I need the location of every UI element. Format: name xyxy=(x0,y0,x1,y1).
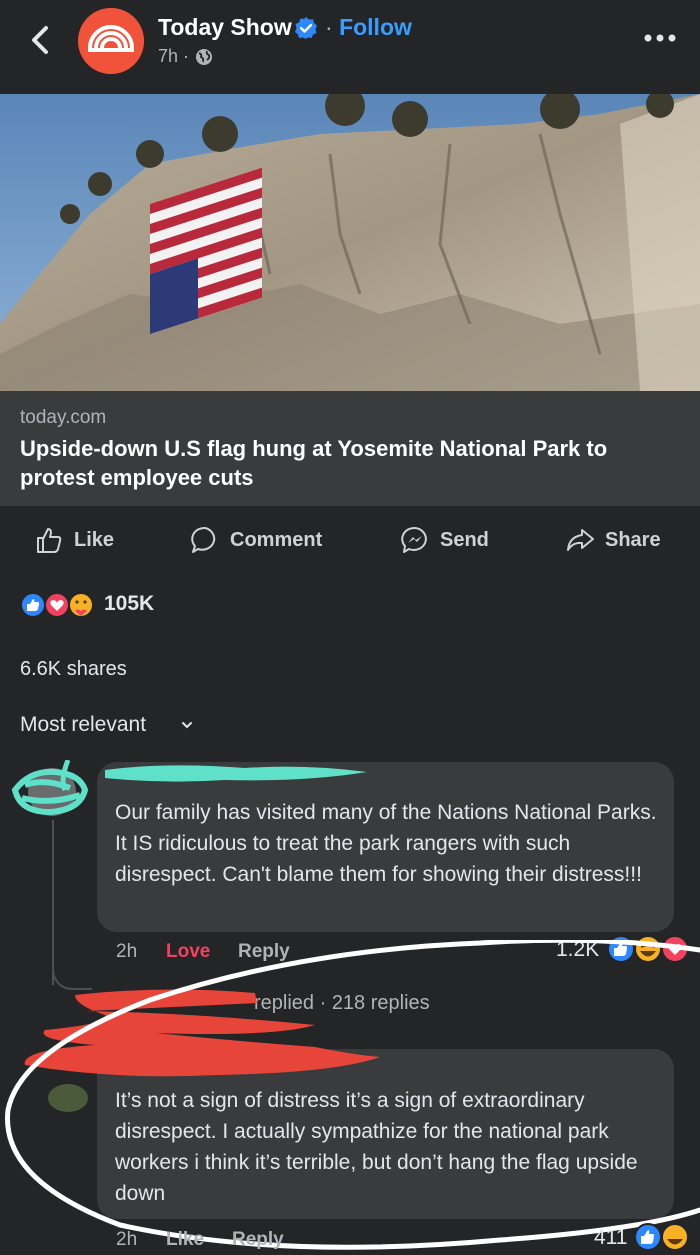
comment-label: Comment xyxy=(230,528,323,551)
like-reaction-icon xyxy=(20,592,46,618)
reply-time: 2h xyxy=(116,1229,138,1250)
reply-reaction-count[interactable]: 411 xyxy=(594,1226,627,1250)
follow-label: Follow xyxy=(339,14,412,40)
reply-reaction-icons[interactable] xyxy=(633,1222,693,1252)
haha-reaction-icon xyxy=(661,1223,689,1251)
reaction-icons[interactable] xyxy=(20,591,100,619)
send-label: Send xyxy=(440,528,489,551)
follow-button[interactable]: · Follow xyxy=(325,14,412,41)
comment-text: Our family has visited many of the Natio… xyxy=(115,801,657,886)
reply-like-button[interactable]: Like xyxy=(166,1229,204,1251)
share-label: Share xyxy=(605,528,661,551)
comment-button[interactable]: Comment xyxy=(190,524,322,556)
thumbs-up-icon xyxy=(37,528,62,553)
share-count[interactable]: 6.6K shares xyxy=(20,658,127,681)
follow-separator: · xyxy=(325,14,333,40)
messenger-icon xyxy=(401,526,427,553)
more-options-icon[interactable] xyxy=(640,28,680,48)
link-headline[interactable]: Upside-down U.S flag hung at Yosemite Na… xyxy=(20,434,680,492)
comment-bubble-icon xyxy=(191,526,216,553)
like-label: Like xyxy=(74,528,115,551)
redacted-avatar-scribble xyxy=(11,759,89,816)
like-reaction-icon xyxy=(634,1223,662,1251)
commenter-avatar[interactable] xyxy=(10,759,90,822)
page-avatar[interactable] xyxy=(78,8,144,74)
commenter-name-redacted xyxy=(105,760,370,790)
reply-reply-button[interactable]: Reply xyxy=(232,1229,284,1251)
globe-icon xyxy=(196,49,212,65)
send-button[interactable]: Send xyxy=(400,524,489,556)
reaction-count[interactable]: 105K xyxy=(104,592,154,616)
post-image[interactable] xyxy=(0,94,700,391)
chevron-down-icon[interactable] xyxy=(180,718,194,732)
post-time: 7h · xyxy=(158,46,190,66)
share-button[interactable]: Share xyxy=(565,524,661,556)
comment-sort-dropdown[interactable]: Most relevant xyxy=(20,713,146,737)
link-domain: today.com xyxy=(20,407,107,428)
care-reaction-icon xyxy=(68,592,94,618)
like-button[interactable]: Like xyxy=(34,524,114,556)
white-circle-annotation xyxy=(5,940,700,1250)
verified-badge-icon xyxy=(295,17,317,39)
back-arrow-icon[interactable] xyxy=(26,22,56,58)
love-reaction-icon xyxy=(44,592,70,618)
today-logo-icon xyxy=(78,8,144,74)
page-name[interactable]: Today Show xyxy=(158,14,292,41)
yosemite-cliff-flag-image xyxy=(0,94,700,391)
share-arrow-icon xyxy=(567,529,594,551)
